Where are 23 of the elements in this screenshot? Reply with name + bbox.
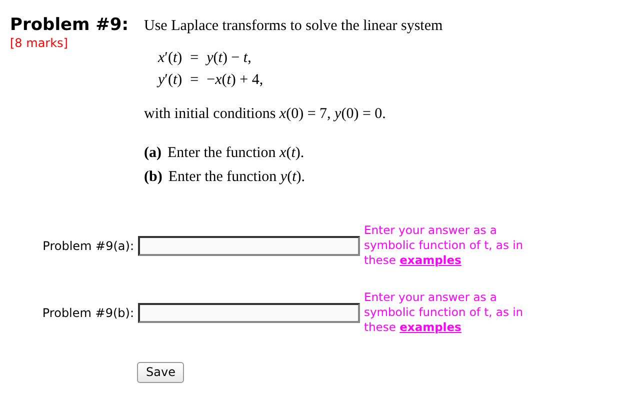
part-question: Enter the function x(t). (168, 144, 304, 163)
marks-label: [8 marks] (10, 36, 69, 50)
answer-label: Problem #9(a): (42, 238, 135, 254)
answer-hint: Enter your answer as a symbolic function of t, as in these examples (364, 290, 524, 335)
part-tag: (b) (144, 167, 162, 187)
examples-link[interactable]: examples (400, 253, 462, 267)
equals-sign: = (190, 71, 199, 90)
part-tag: (a) (144, 143, 162, 163)
equation-lhs: x′(t) (158, 49, 182, 68)
save-button[interactable]: Save (137, 362, 184, 382)
equation-rhs: −x(t) + 4, (206, 71, 264, 90)
examples-link[interactable]: examples (400, 320, 462, 334)
problem-statement: Use Laplace transforms to solve the linear system (144, 17, 443, 36)
equation-rhs: y(t) − t, (206, 49, 252, 68)
answer-field[interactable] (138, 236, 360, 256)
answer-hint: Enter your answer as a symbolic function of t, as in these examples (364, 223, 524, 268)
equation-lhs: y′(t) (158, 71, 182, 90)
answer-field[interactable] (138, 302, 360, 322)
answer-label: Problem #9(b): (41, 304, 135, 322)
equals-sign: = (190, 49, 199, 68)
problem-title: Problem #9: (10, 14, 130, 36)
part-question: Enter the function y(t). (168, 168, 305, 187)
initial-conditions: with initial conditions x(0) = 7, y(0) = 0. (144, 105, 387, 124)
